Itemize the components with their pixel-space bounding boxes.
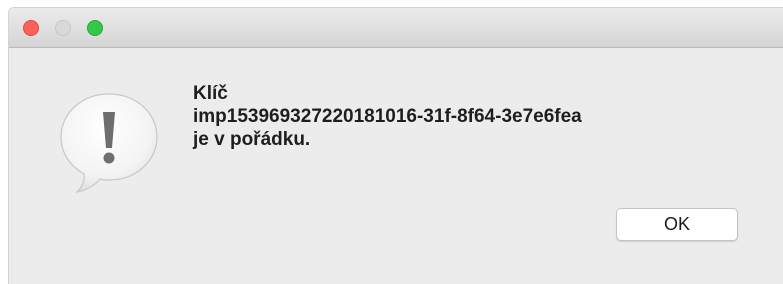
close-window-icon[interactable] <box>23 20 39 36</box>
zoom-window-icon[interactable] <box>87 20 103 36</box>
alert-window: Klíč imp15396932722018101­6-31f-8f64-3e7… <box>8 7 783 284</box>
ok-button[interactable]: OK <box>616 208 738 241</box>
message-line-3: je v pořádku. <box>193 129 311 150</box>
alert-message: Klíč imp15396932722018101­6-31f-8f64-3e7… <box>193 82 582 151</box>
caution-speech-bubble-icon <box>60 93 158 193</box>
message-line-2: imp15396932722018101­6-31f-8f64-3e7e6fea <box>193 106 582 127</box>
minimize-window-icon[interactable] <box>55 20 71 36</box>
title-bar[interactable] <box>9 8 783 48</box>
message-line-1: Klíč <box>193 83 228 104</box>
